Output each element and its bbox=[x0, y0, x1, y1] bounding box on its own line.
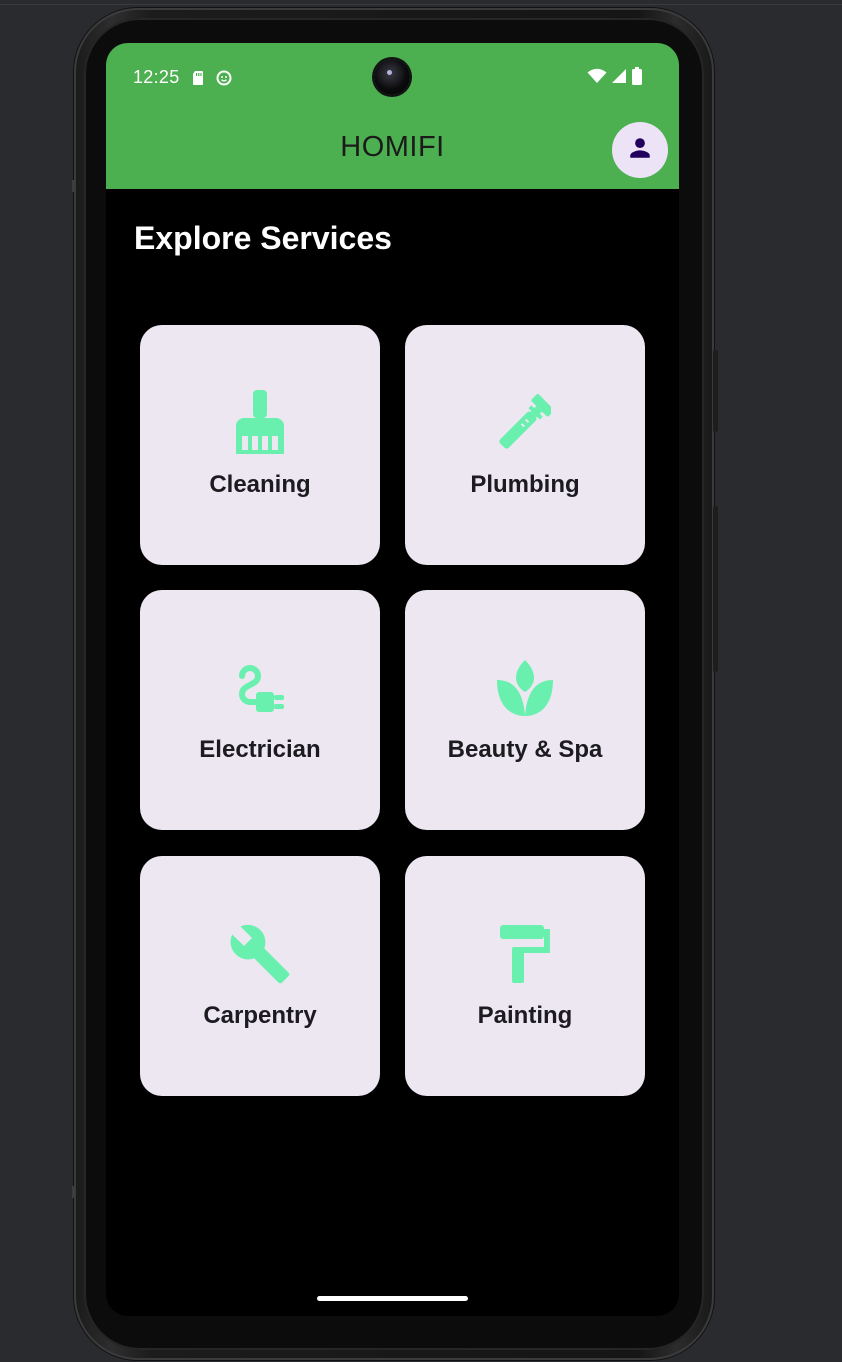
status-time: 12:25 bbox=[133, 67, 180, 87]
service-label: Painting bbox=[477, 1002, 573, 1029]
phone-screen: 12:25 HOMIFI Explore Services Cleaning P… bbox=[106, 43, 679, 1316]
wifi-icon bbox=[587, 68, 607, 89]
service-card-cleaning[interactable]: Cleaning bbox=[140, 325, 380, 565]
paint-roller-icon bbox=[493, 922, 557, 986]
service-label: Cleaning bbox=[209, 471, 311, 498]
spa-lotus-icon bbox=[493, 656, 557, 720]
battery-icon bbox=[631, 67, 643, 90]
service-card-beauty-spa[interactable]: Beauty & Spa bbox=[405, 590, 645, 830]
power-button[interactable] bbox=[713, 506, 718, 672]
frame-notch bbox=[72, 1186, 75, 1198]
frame-notch bbox=[72, 180, 75, 192]
app-bar: 12:25 HOMIFI bbox=[106, 43, 679, 189]
service-label: Plumbing bbox=[470, 471, 580, 498]
service-label: Beauty & Spa bbox=[447, 736, 603, 763]
person-icon bbox=[627, 135, 653, 166]
service-label: Carpentry bbox=[203, 1002, 317, 1029]
app-title: HOMIFI bbox=[340, 131, 445, 163]
service-label: Electrician bbox=[199, 736, 321, 763]
signal-icon bbox=[611, 68, 627, 89]
status-bar-left: 12:25 bbox=[133, 67, 232, 88]
emulator-stage: 12:25 HOMIFI Explore Services Cleaning P… bbox=[0, 0, 842, 1362]
front-camera bbox=[374, 59, 410, 95]
volume-button[interactable] bbox=[713, 350, 718, 432]
sd-card-icon bbox=[190, 70, 206, 86]
service-card-painting[interactable]: Painting bbox=[405, 856, 645, 1096]
power-plug-icon bbox=[228, 656, 292, 720]
service-card-plumbing[interactable]: Plumbing bbox=[405, 325, 645, 565]
service-card-carpentry[interactable]: Carpentry bbox=[140, 856, 380, 1096]
home-indicator[interactable] bbox=[317, 1296, 468, 1301]
toolbar-divider bbox=[0, 4, 842, 5]
pipe-wrench-icon bbox=[493, 391, 557, 455]
service-card-electrician[interactable]: Electrician bbox=[140, 590, 380, 830]
broom-icon bbox=[228, 390, 292, 455]
profile-button[interactable] bbox=[612, 122, 668, 178]
wrench-icon bbox=[228, 922, 292, 986]
face-icon bbox=[216, 70, 232, 86]
status-bar-right bbox=[587, 67, 643, 90]
section-title: Explore Services bbox=[134, 220, 392, 256]
